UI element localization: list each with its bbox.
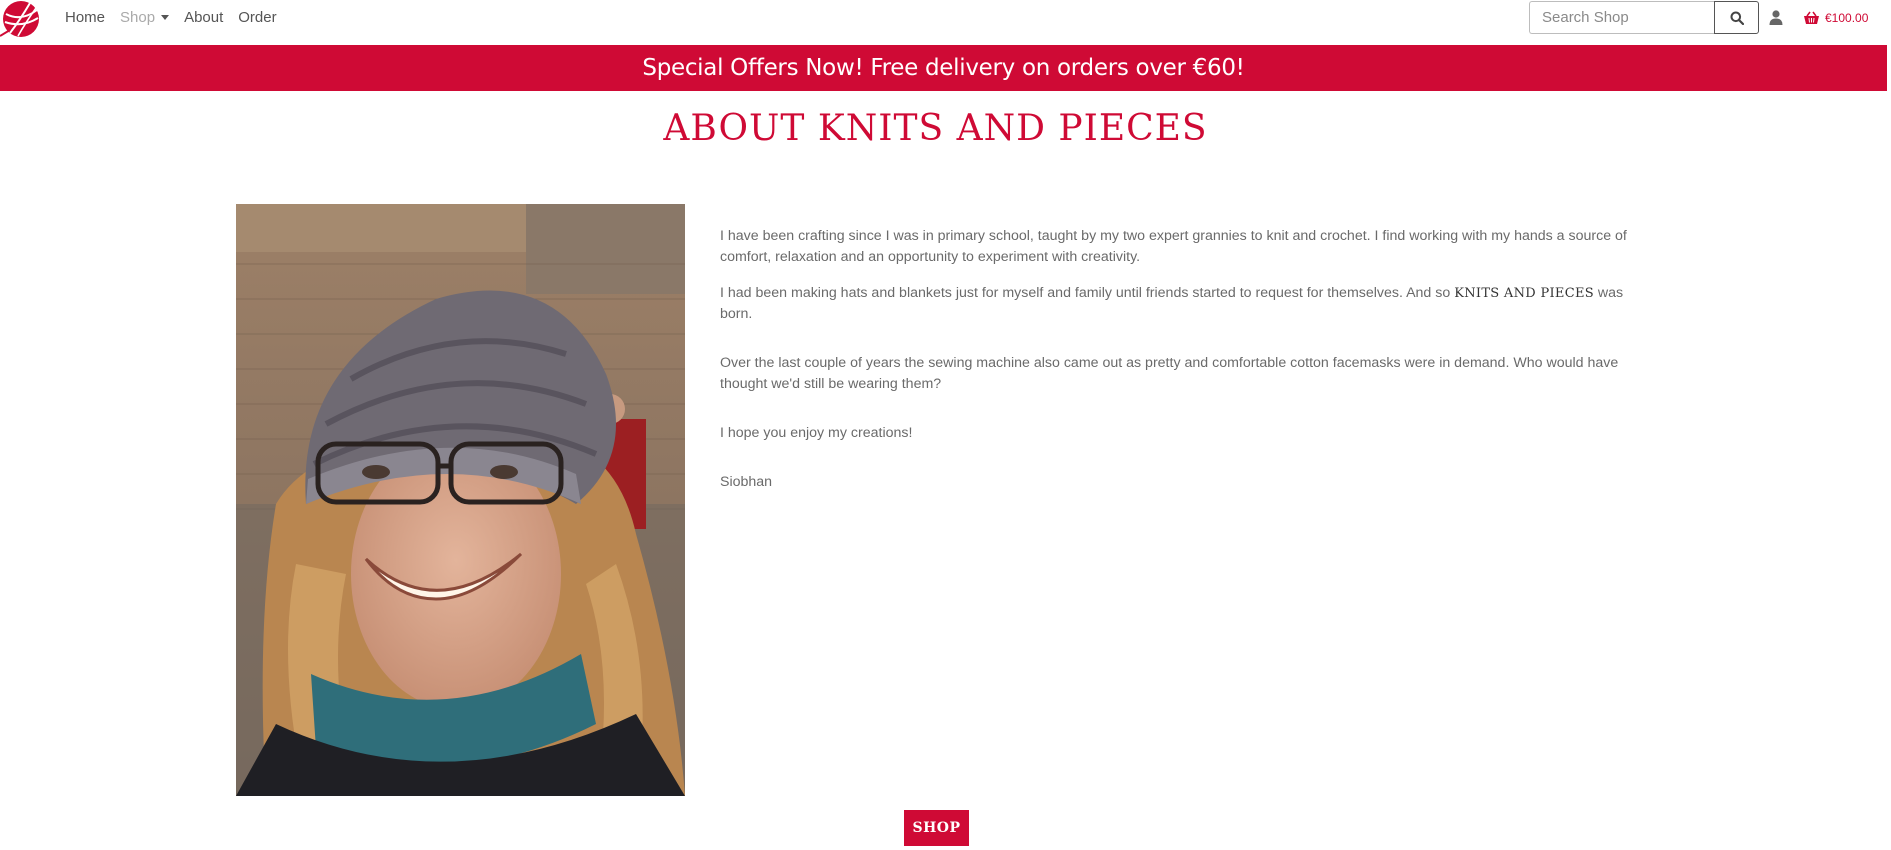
nav-shop-dropdown[interactable]: Shop [120, 8, 170, 26]
search-form [1529, 1, 1759, 34]
search-icon [1730, 11, 1744, 25]
user-icon [1769, 9, 1783, 25]
main-nav: Home Shop About Order [65, 0, 292, 34]
caret-down-icon [161, 14, 170, 20]
about-text: I have been crafting since I was in prim… [720, 226, 1630, 508]
signature: Siobhan [720, 474, 773, 490]
yarn-logo-icon[interactable] [0, 0, 42, 40]
promo-banner: Special Offers Now! Free delivery on ord… [0, 45, 1887, 91]
nav-home[interactable]: Home [65, 9, 105, 26]
navbar: Home Shop About Order €100.00 [0, 0, 1891, 45]
shop-button[interactable]: SHOP [904, 810, 969, 846]
page-title: ABOUT KNITS AND PIECES [663, 108, 1208, 149]
about-paragraph-4: I hope you enjoy my creations! [720, 425, 913, 441]
cart-link[interactable]: €100.00 [1803, 8, 1868, 28]
nav-order[interactable]: Order [238, 9, 276, 26]
cart-total: €100.00 [1825, 11, 1869, 25]
basket-icon [1804, 11, 1819, 24]
nav-shop-label: Shop [120, 8, 156, 26]
account-button[interactable] [1766, 7, 1786, 27]
about-paragraph-2: I had been making hats and blankets just… [720, 283, 1630, 325]
about-paragraph-3: Over the last couple of years the sewing… [720, 355, 1619, 392]
search-button[interactable] [1714, 1, 1759, 34]
about-paragraph-2-start: I had been making hats and blankets just… [720, 285, 1455, 301]
about-paragraph-1: I have been crafting since I was in prim… [720, 228, 1627, 265]
nav-about[interactable]: About [184, 9, 223, 26]
search-input[interactable] [1529, 1, 1714, 34]
promo-banner-text: Special Offers Now! Free delivery on ord… [642, 55, 1245, 81]
profile-photo [236, 204, 685, 796]
brand-name: KNITS AND PIECES [1454, 286, 1594, 301]
